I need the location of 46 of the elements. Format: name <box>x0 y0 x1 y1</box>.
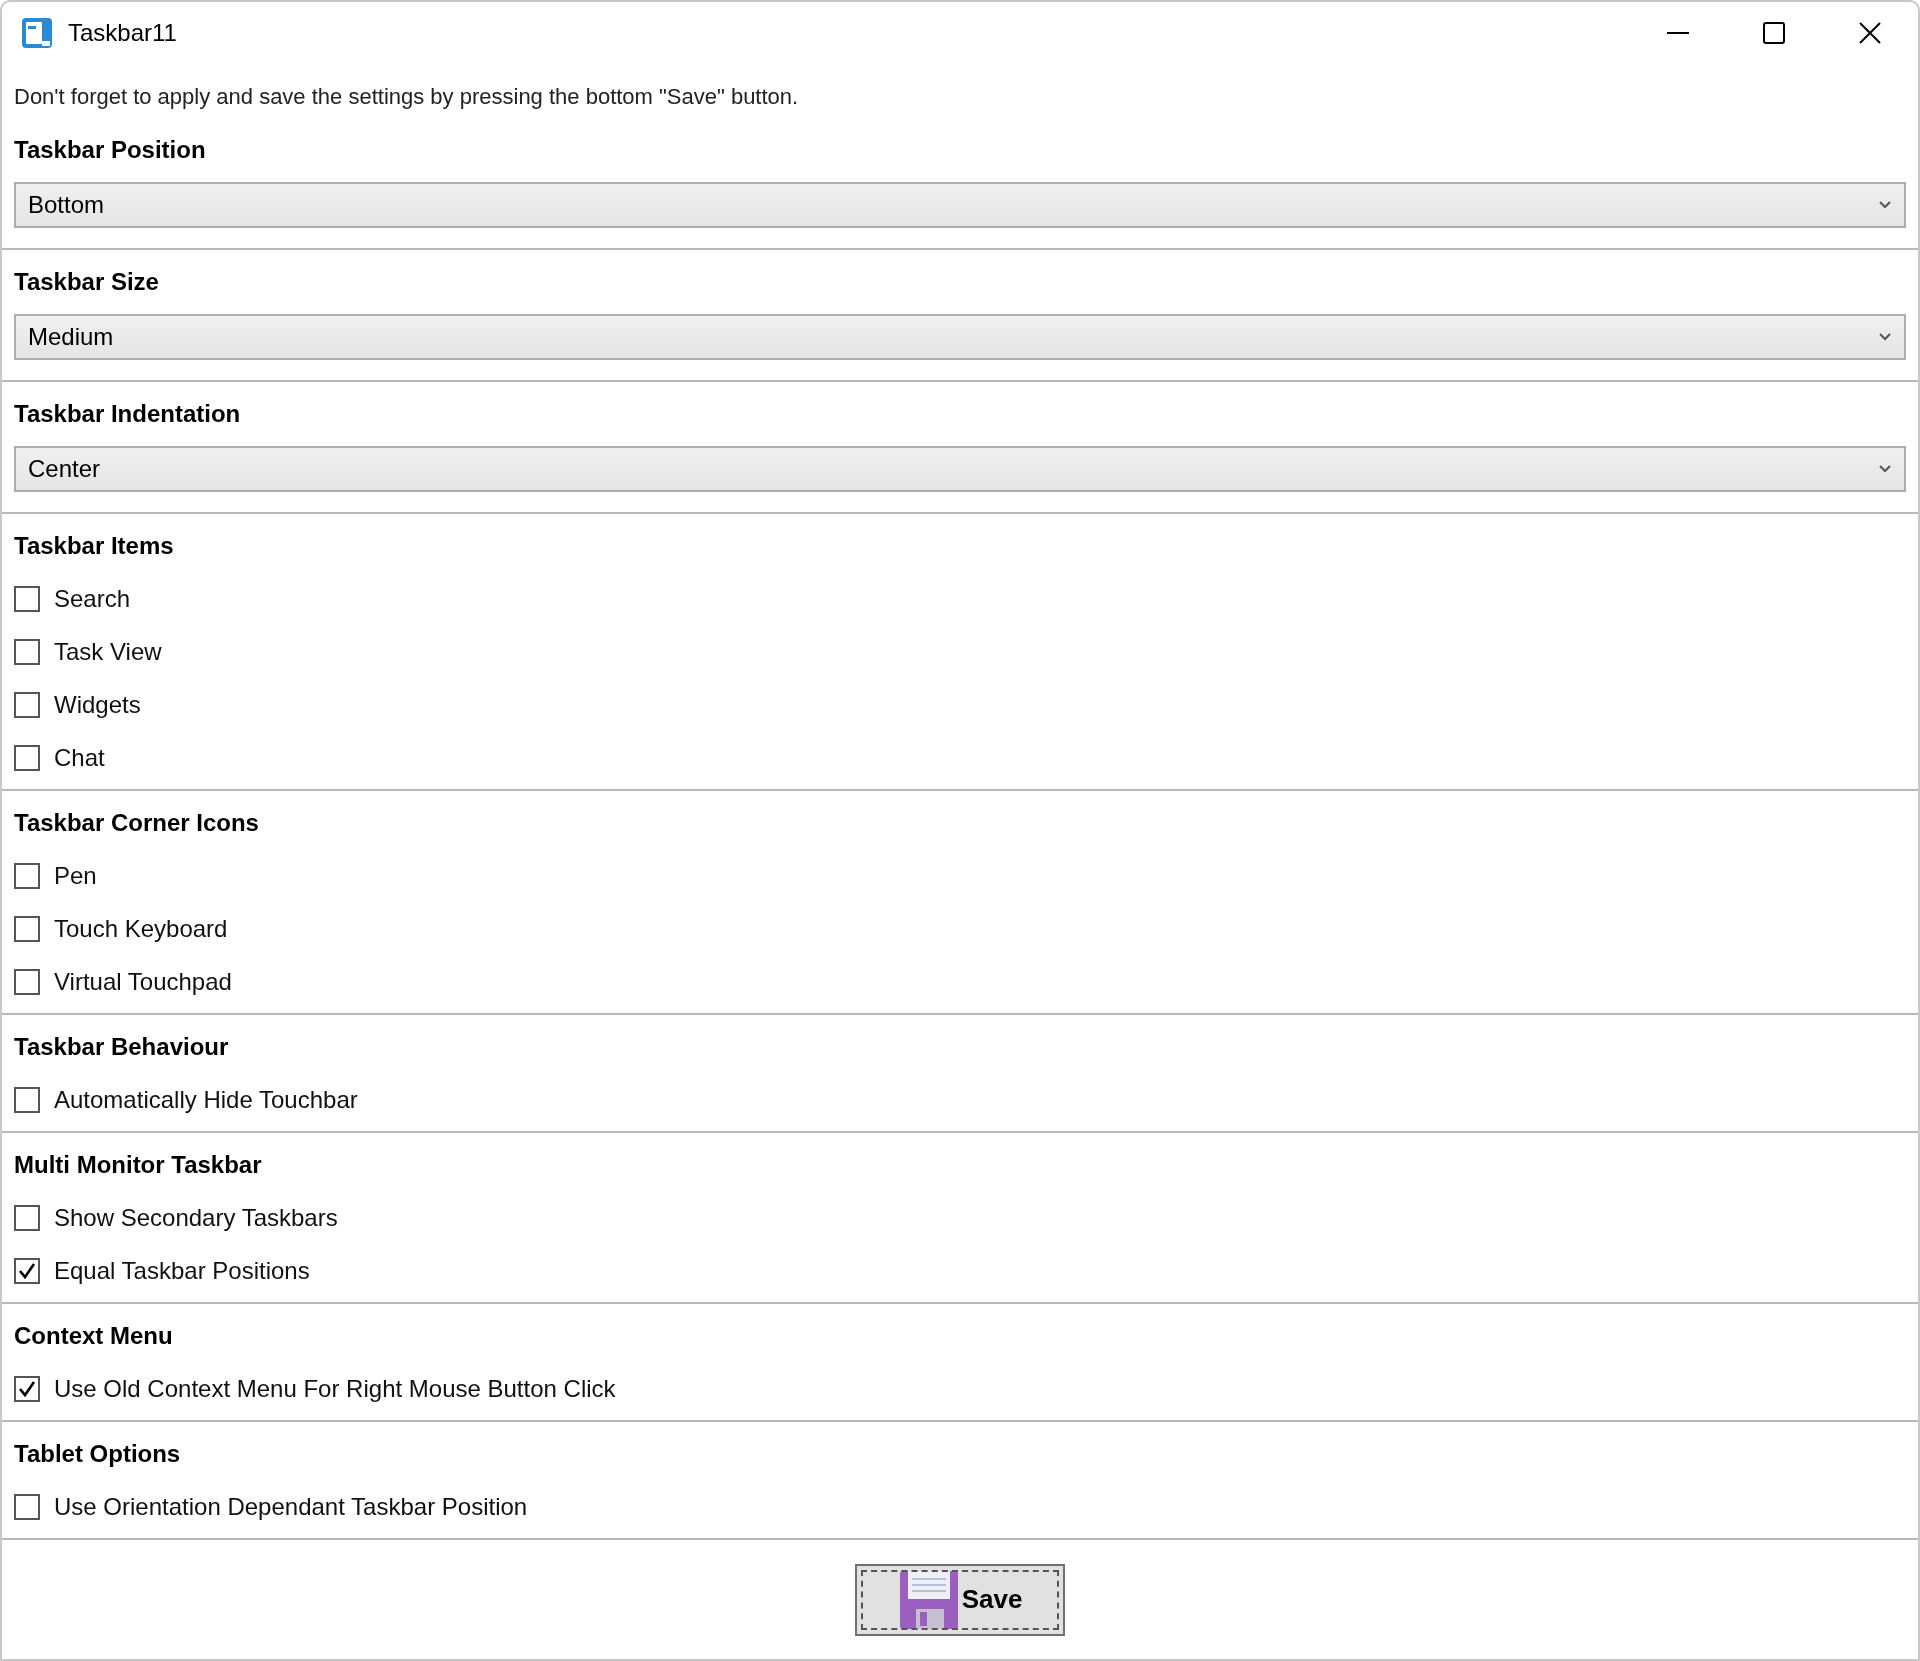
checkbox-label[interactable]: Touch Keyboard <box>54 914 228 943</box>
section-heading: Tablet Options <box>14 1440 181 1468</box>
checkbox[interactable] <box>14 968 40 995</box>
section-heading: Taskbar Indentation <box>14 400 241 428</box>
chevron-down-icon <box>1878 200 1892 210</box>
dropdown[interactable]: Bottom <box>14 182 1906 228</box>
section-heading: Taskbar Size <box>14 268 159 296</box>
save-button[interactable]: Save <box>855 1563 1065 1636</box>
window-title: Taskbar11 <box>68 19 177 47</box>
app-icon <box>20 16 54 50</box>
checkbox[interactable] <box>14 585 40 612</box>
section-heading: Multi Monitor Taskbar <box>14 1151 262 1179</box>
checkbox[interactable] <box>14 638 40 665</box>
minimize-icon <box>1666 32 1690 34</box>
checkbox[interactable] <box>14 1204 40 1231</box>
checkbox[interactable] <box>14 915 40 942</box>
checkbox-label[interactable]: Virtual Touchpad <box>54 967 232 996</box>
checkbox-label[interactable]: Chat <box>54 743 105 772</box>
dropdown[interactable]: Center <box>14 446 1906 492</box>
close-icon <box>1858 21 1882 45</box>
chevron-down-icon <box>1878 332 1892 342</box>
section-heading: Taskbar Position <box>14 136 206 164</box>
section-heading: Taskbar Corner Icons <box>14 809 259 837</box>
checkbox[interactable] <box>14 1086 40 1113</box>
checkbox-label[interactable]: Equal Taskbar Positions <box>54 1256 310 1285</box>
checkbox-label[interactable]: Task View <box>54 637 162 666</box>
checkbox-label[interactable]: Use Orientation Dependant Taskbar Position <box>54 1492 528 1521</box>
checkbox-label[interactable]: Show Secondary Taskbars <box>54 1203 338 1232</box>
maximize-icon <box>1762 21 1786 45</box>
checkbox-label[interactable]: Pen <box>54 861 97 890</box>
chevron-down-icon <box>1878 464 1892 474</box>
dropdown[interactable]: Medium <box>14 314 1906 360</box>
checkbox[interactable] <box>14 1493 40 1520</box>
section-heading: Context Menu <box>14 1322 173 1350</box>
checkbox-label[interactable]: Automatically Hide Touchbar <box>54 1085 358 1114</box>
checkbox[interactable] <box>14 1375 40 1402</box>
notice-text: Don't forget to apply and save the settings by pressing the bottom "Save" button. <box>13 83 800 111</box>
checkbox-label[interactable]: Widgets <box>54 690 141 719</box>
checkbox[interactable] <box>14 744 40 771</box>
checkbox-label[interactable]: Search <box>54 584 131 613</box>
checkbox[interactable] <box>14 862 40 889</box>
section-heading: Taskbar Behaviour <box>14 1033 229 1061</box>
checkbox[interactable] <box>14 1257 40 1284</box>
checkbox-label[interactable]: Use Old Context Menu For Right Mouse Button Click <box>54 1374 616 1403</box>
checkbox[interactable] <box>14 691 40 718</box>
section-heading: Taskbar Items <box>14 532 174 560</box>
